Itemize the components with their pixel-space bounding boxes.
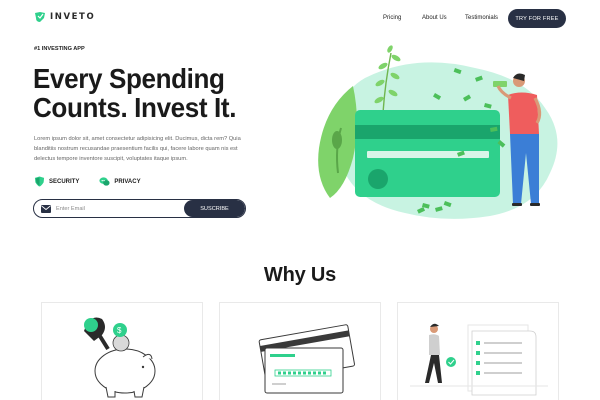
piggy-bank-illustration: $ <box>84 317 156 398</box>
subscribe-form: SUSCRIBE <box>33 199 246 218</box>
hero-headline: Every Spending Counts. Invest It. <box>33 64 236 122</box>
svg-text:$: $ <box>117 326 122 335</box>
hero-eyebrow: #1 INVESTING APP <box>34 46 85 52</box>
security-badge-label: SECURITY <box>49 178 80 185</box>
hero-illustration <box>318 45 558 219</box>
feature-card-savings: $ <box>41 302 203 400</box>
top-navbar: INVETO Pricing About Us Testimonials TRY… <box>0 0 600 38</box>
hero-headline-line-2: Counts. Invest It. <box>33 92 237 123</box>
why-us-heading: Why Us <box>263 264 337 286</box>
privacy-badge-label: PRIVACY <box>114 178 141 185</box>
leaf-spot <box>332 131 342 149</box>
nav-link-pricing[interactable]: Pricing <box>383 15 401 21</box>
hero-headline-line-1: Every Spending <box>33 63 225 94</box>
nav-link-about-us[interactable]: About Us <box>422 15 447 21</box>
shield-leaf-icon <box>35 12 45 22</box>
brand-name: INVETO <box>50 12 96 22</box>
nav-link-testimonials[interactable]: Testimonials <box>465 15 498 21</box>
subscribe-button[interactable]: SUSCRIBE <box>184 200 245 217</box>
mail-icon <box>41 204 51 213</box>
brand[interactable]: INVETO <box>34 12 95 22</box>
feature-card-checklist <box>397 302 559 400</box>
email-input[interactable] <box>56 205 176 212</box>
feature-badges: SECURITY PRIVACY <box>34 176 141 187</box>
cards-illustration <box>258 324 355 394</box>
try-for-free-button[interactable]: TRY FOR FREE <box>508 9 566 28</box>
credit-card <box>355 110 500 197</box>
feature-card-cards <box>219 302 381 400</box>
checklist-illustration <box>410 323 548 396</box>
security-badge: SECURITY <box>34 176 79 187</box>
shield-icon <box>34 176 45 187</box>
chat-icon <box>99 177 110 186</box>
privacy-badge: PRIVACY <box>99 176 141 187</box>
hero-description: Lorem ipsum dolor sit, amet consectetur … <box>34 136 241 162</box>
